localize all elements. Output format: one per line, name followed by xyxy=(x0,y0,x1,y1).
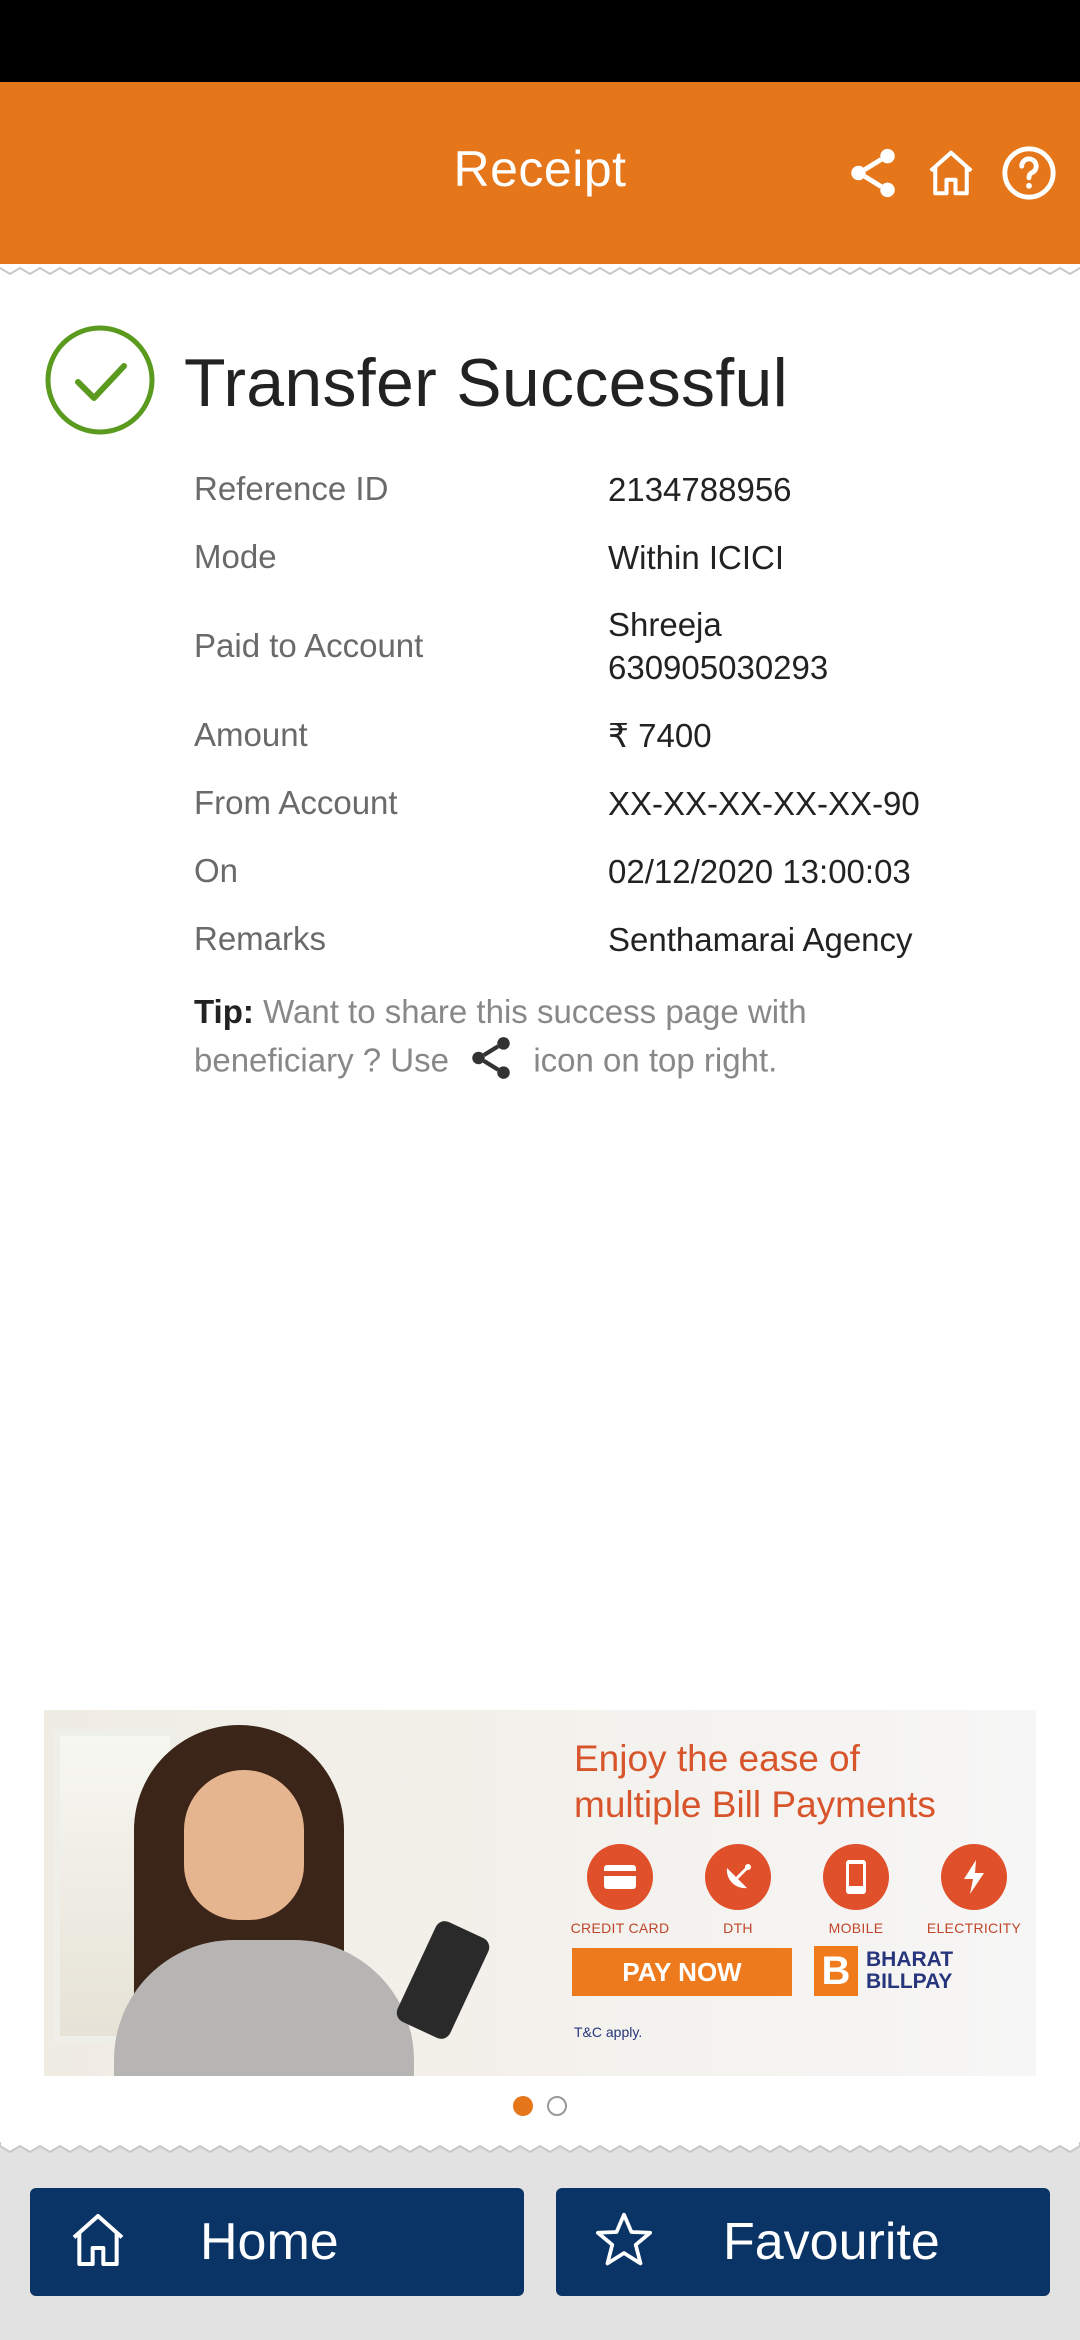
bharat-billpay-logo: B BHARAT BILLPAY xyxy=(814,1946,953,1996)
detail-row-remarks: Remarks Senthamarai Agency xyxy=(194,905,1014,973)
detail-value: XX-XX-XX-XX-XX-90 xyxy=(608,784,920,822)
payee-name: Shreeja xyxy=(608,606,722,643)
home-button[interactable]: Home xyxy=(30,2188,524,2296)
divider-zigzag xyxy=(0,2142,1080,2158)
detail-label: Paid to Account xyxy=(194,627,424,664)
transaction-details: Reference ID 2134788956 Mode Within ICIC… xyxy=(194,455,1014,973)
bill-categories: CREDIT CARD DTH MOBILE ELECTRICITY xyxy=(570,1844,1024,1936)
divider-zigzag xyxy=(0,264,1080,280)
carousel-dot-active[interactable] xyxy=(513,2096,533,2116)
mobile-icon xyxy=(823,1844,889,1910)
payee-account-number: 630905030293 xyxy=(608,649,829,686)
home-icon xyxy=(66,2208,130,2277)
category-dth: DTH xyxy=(688,1844,788,1936)
help-icon[interactable] xyxy=(1000,144,1058,202)
detail-label: Mode xyxy=(194,538,277,575)
category-mobile: MOBILE xyxy=(806,1844,906,1936)
detail-row-on: On 02/12/2020 13:00:03 xyxy=(194,837,1014,905)
detail-row-amount: Amount ₹ 7400 xyxy=(194,701,1014,769)
category-label: ELECTRICITY xyxy=(926,1920,1022,1936)
home-icon[interactable] xyxy=(924,146,978,200)
satellite-dish-icon xyxy=(705,1844,771,1910)
bbps-logo-text: BHARAT BILLPAY xyxy=(866,1949,953,1993)
share-tip: Tip: Want to share this success page wit… xyxy=(194,990,914,1093)
category-label: MOBILE xyxy=(828,1920,884,1936)
lightning-icon xyxy=(941,1844,1007,1910)
favourite-button-label: Favourite xyxy=(723,2213,940,2271)
promo-banner[interactable]: Enjoy the ease of multiple Bill Payments… xyxy=(44,1710,1036,2076)
detail-value: 2134788956 xyxy=(608,470,792,508)
category-label: CREDIT CARD xyxy=(570,1920,670,1936)
bbps-line2: BILLPAY xyxy=(866,1970,953,1993)
carousel-dot[interactable] xyxy=(547,2096,567,2116)
banner-person-face xyxy=(184,1770,304,1920)
banner-headline-line1: Enjoy the ease of xyxy=(574,1738,860,1779)
carousel-indicator xyxy=(0,2096,1080,2116)
check-circle-icon xyxy=(44,324,156,441)
banner-terms: T&C apply. xyxy=(574,2024,643,2040)
category-label: DTH xyxy=(723,1920,753,1936)
share-icon xyxy=(466,1033,516,1093)
tip-prefix: Tip: xyxy=(194,993,254,1030)
success-title: Transfer Successful xyxy=(184,344,789,421)
category-electricity: ELECTRICITY xyxy=(924,1844,1024,1936)
app-header: Receipt xyxy=(0,82,1080,264)
detail-value: 02/12/2020 13:00:03 xyxy=(608,852,911,890)
phone-icon xyxy=(393,1917,493,2043)
detail-row-mode: Mode Within ICICI xyxy=(194,523,1014,591)
banner-headline: Enjoy the ease of multiple Bill Payments xyxy=(574,1736,1014,1828)
detail-label: Amount xyxy=(194,716,308,753)
detail-value: Shreeja 630905030293 xyxy=(608,603,828,689)
detail-value: Within ICICI xyxy=(608,538,785,576)
credit-card-icon xyxy=(587,1844,653,1910)
status-bar xyxy=(0,0,1080,82)
detail-label: From Account xyxy=(194,784,398,821)
star-icon xyxy=(592,2208,656,2277)
detail-row-paid-to-account: Paid to Account Shreeja 630905030293 xyxy=(194,591,1014,701)
header-actions xyxy=(844,144,1058,202)
detail-label: Remarks xyxy=(194,920,327,957)
home-button-label: Home xyxy=(200,2213,339,2271)
banner-headline-line2: multiple Bill Payments xyxy=(574,1784,936,1825)
detail-row-reference-id: Reference ID 2134788956 xyxy=(194,455,1014,523)
success-banner: Transfer Successful xyxy=(44,324,788,441)
detail-value: Senthamarai Agency xyxy=(608,920,913,958)
detail-value: ₹ 7400 xyxy=(608,716,712,754)
detail-label: Reference ID xyxy=(194,470,389,507)
detail-row-from-account: From Account XX-XX-XX-XX-XX-90 xyxy=(194,769,1014,837)
bbps-logo-mark: B xyxy=(814,1946,858,1996)
share-icon[interactable] xyxy=(844,144,902,202)
bbps-line1: BHARAT xyxy=(866,1948,954,1971)
detail-label: On xyxy=(194,852,239,889)
category-credit-card: CREDIT CARD xyxy=(570,1844,670,1936)
pay-now-button[interactable]: PAY NOW xyxy=(572,1948,792,1996)
favourite-button[interactable]: Favourite xyxy=(556,2188,1050,2296)
tip-text-end: icon on top right. xyxy=(533,1041,778,1079)
